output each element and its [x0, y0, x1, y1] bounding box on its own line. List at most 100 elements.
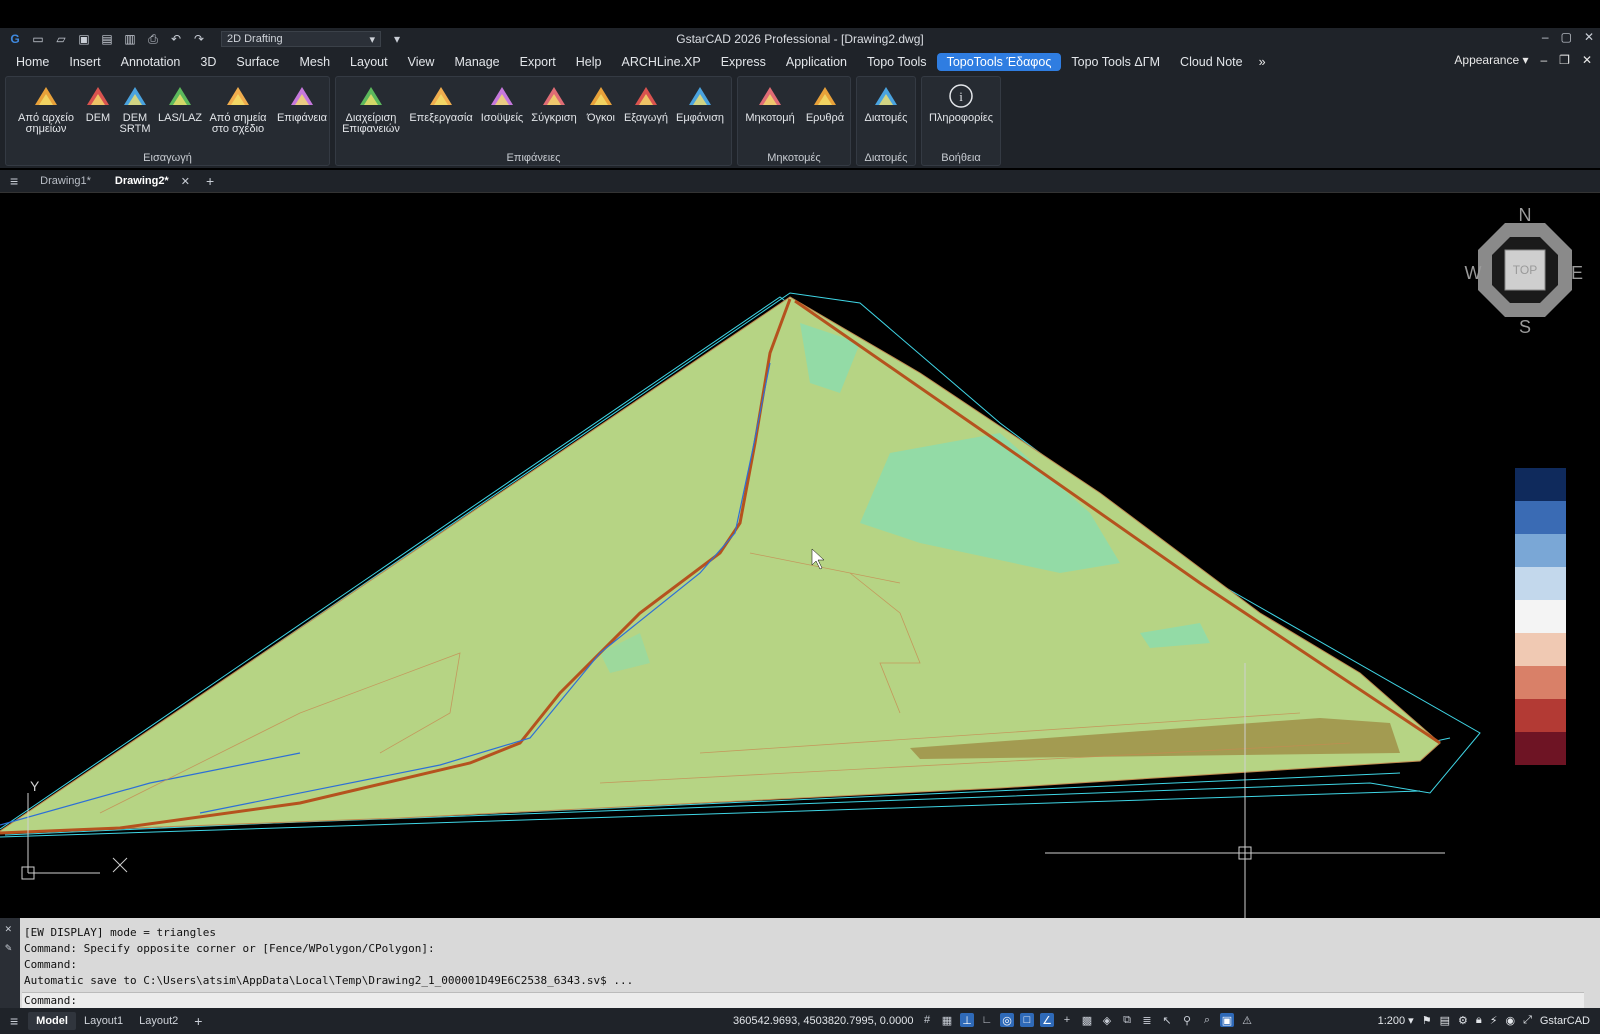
lineweight-icon[interactable]: ▩ — [1080, 1013, 1094, 1027]
tab-layout2[interactable]: Layout2 — [131, 1015, 186, 1027]
infer-icon[interactable]: ⊥ — [960, 1013, 974, 1027]
ribbon-minimize-icon[interactable]: – — [1540, 53, 1547, 67]
ribbon-button-label-line2: Επιφανειών — [342, 123, 400, 135]
menu-tab[interactable]: 3D — [190, 53, 226, 71]
ribbon-button-label-line2: στο σχέδιο — [211, 123, 265, 135]
more-tabs-icon[interactable]: » — [1253, 55, 1266, 69]
otrack-icon[interactable]: ∠ — [1040, 1013, 1054, 1027]
isolate-icon[interactable]: ⚲ — [1180, 1013, 1194, 1027]
new-file-icon[interactable]: ▭ — [31, 32, 45, 46]
ortho-icon[interactable]: ∟ — [980, 1013, 994, 1027]
properties-icon[interactable]: ▤ — [1440, 1014, 1450, 1027]
selection-cycle-icon[interactable]: ⧉ — [1120, 1013, 1134, 1027]
snap-icon[interactable]: ▦ — [940, 1013, 954, 1027]
annotation-scale-icon[interactable]: ⚠ — [1240, 1013, 1254, 1027]
tab-drawing1[interactable]: Drawing1* — [28, 175, 103, 187]
menu-right: Appearance ▾ – ❐ ✕ — [1454, 53, 1592, 67]
menu-tab[interactable]: Cloud Note — [1170, 53, 1253, 71]
legend-swatch — [1515, 501, 1566, 534]
save-icon[interactable]: ▣ — [77, 32, 91, 46]
appearance-menu[interactable]: Appearance ▾ — [1454, 53, 1528, 67]
save-all-icon[interactable]: ▥ — [123, 32, 137, 46]
app-logo-icon[interactable]: G — [8, 32, 22, 46]
menu-tab[interactable]: Export — [510, 53, 566, 71]
menu-tab[interactable]: Topo Tools — [857, 53, 937, 71]
annotation-visibility-icon[interactable]: ⚑ — [1422, 1014, 1432, 1027]
menu-tab[interactable]: Application — [776, 53, 857, 71]
undo-icon[interactable]: ↶ — [169, 32, 183, 46]
tab-drawing2[interactable]: Drawing2* — [103, 175, 181, 187]
menu-tab[interactable]: Annotation — [111, 53, 191, 71]
ribbon-button[interactable]: Εμφάνιση — [668, 83, 732, 124]
ribbon-tool-icon — [358, 83, 384, 109]
annotation-icon[interactable]: ≣ — [1140, 1013, 1154, 1027]
ribbon-button[interactable]: Διατομές — [854, 83, 918, 124]
ribbon-button[interactable]: Διαχείριση Επιφανειών — [339, 83, 403, 135]
menu-tab[interactable]: Home — [6, 53, 59, 71]
menu-tab[interactable]: Insert — [59, 53, 110, 71]
transparency-icon[interactable]: ◈ — [1100, 1013, 1114, 1027]
customize-command-icon[interactable]: ✎ — [0, 939, 20, 956]
redo-icon[interactable]: ↷ — [192, 32, 206, 46]
command-input[interactable]: Command: — [22, 992, 1584, 1008]
menu-tab[interactable]: Express — [711, 53, 776, 71]
customize-qat-icon[interactable]: ▾ — [390, 32, 404, 46]
osnap-icon[interactable]: □ — [1020, 1013, 1034, 1027]
close-icon[interactable]: ✕ — [1584, 30, 1594, 44]
menu-tab[interactable]: Layout — [340, 53, 398, 71]
menu-tab[interactable]: View — [398, 53, 445, 71]
add-layout-icon[interactable]: + — [186, 1013, 202, 1029]
menu-tab[interactable]: Help — [566, 53, 612, 71]
menu-tab[interactable]: Surface — [226, 53, 289, 71]
new-tab-icon[interactable]: + — [190, 173, 214, 189]
ribbon-button[interactable]: Επιφάνεια — [270, 83, 334, 124]
ribbon-button-label: Εξαγωγή — [623, 112, 669, 124]
isolate-objects-icon[interactable]: ◉ — [1505, 1014, 1515, 1027]
dyn-icon[interactable]: + — [1060, 1013, 1074, 1027]
minimize-icon[interactable]: – — [1542, 30, 1549, 44]
command-history-line: Command: — [24, 958, 77, 971]
open-folder-icon[interactable]: ▱ — [54, 32, 68, 46]
ribbon-button[interactable]: LAS/LAZ — [148, 83, 212, 124]
ribbon-button[interactable]: Επεξεργασία — [409, 83, 473, 124]
lock-icon[interactable]: 🔒︎ — [1476, 1014, 1482, 1027]
viewport-icon[interactable]: ▣ — [1220, 1013, 1234, 1027]
viewcube[interactable]: TOP N S E W — [1465, 205, 1584, 337]
settings-gear-icon[interactable]: ⚙ — [1458, 1014, 1468, 1027]
menu-tab[interactable]: Mesh — [289, 53, 340, 71]
scale-dropdown[interactable]: 1:200 ▾ — [1378, 1014, 1414, 1027]
menu-tab[interactable]: TopoTools Έδαφος — [936, 53, 1062, 71]
tab-layout1[interactable]: Layout1 — [76, 1015, 131, 1027]
hardware-accel-icon[interactable]: ⚡︎ — [1490, 1014, 1498, 1027]
save-as-icon[interactable]: ▤ — [100, 32, 114, 46]
ribbon-button-label: Όγκοι — [587, 112, 615, 124]
ribbon-button[interactable]: Από σημεία στο σχέδιο — [206, 83, 270, 135]
ribbon-restore-icon[interactable]: ❐ — [1559, 53, 1570, 67]
polar-icon[interactable]: ◎ — [1000, 1013, 1014, 1027]
menu-tab[interactable]: Manage — [444, 53, 509, 71]
workspace-dropdown[interactable]: 2D Drafting ▾ — [221, 31, 381, 47]
drawing-canvas[interactable]: Y TOP N S E W — [0, 192, 1600, 919]
ribbon-close-icon[interactable]: ✕ — [1582, 53, 1592, 67]
tab-model[interactable]: Model — [28, 1012, 76, 1030]
menu-items: Home Insert Annotation 3D Surface Mesh Layout V… — [0, 53, 1253, 71]
close-command-icon[interactable]: ✕ — [0, 918, 20, 939]
status-menu-icon[interactable]: ≡ — [0, 1013, 28, 1029]
menu-tab[interactable]: ARCHLine.XP — [612, 53, 711, 71]
hamburger-menu-icon[interactable]: ≡ — [0, 173, 28, 189]
grid-icon[interactable]: # — [920, 1013, 934, 1027]
ribbon-button[interactable]: Ερυθρά — [793, 83, 857, 124]
zoom-icon[interactable]: ⌕ — [1200, 1013, 1214, 1027]
close-tab-icon[interactable]: ✕ — [181, 175, 190, 188]
coordinate-readout[interactable]: 360542.9693, 4503820.7995, 0.0000 — [733, 1015, 913, 1027]
title-bar: G ▭ ▱ ▣ ▤ ▥ ⎙ ↶ ↷ 2D Drafting ▾ ▾ GstarC… — [0, 28, 1600, 50]
legend-swatch — [1515, 732, 1566, 765]
selection-filter-icon[interactable]: ↖ — [1160, 1013, 1174, 1027]
clean-screen-icon[interactable]: ⤢ — [1523, 1014, 1532, 1027]
menu-tab[interactable]: Topo Tools ΔΓΜ — [1061, 53, 1170, 71]
maximize-icon[interactable]: ▢ — [1561, 30, 1572, 44]
print-icon[interactable]: ⎙ — [146, 32, 160, 46]
ribbon-button[interactable]: i Πληροφορίες — [929, 83, 993, 124]
ribbon-tool-icon — [873, 83, 899, 109]
command-history-line: [EW DISPLAY] mode = triangles — [24, 926, 217, 939]
